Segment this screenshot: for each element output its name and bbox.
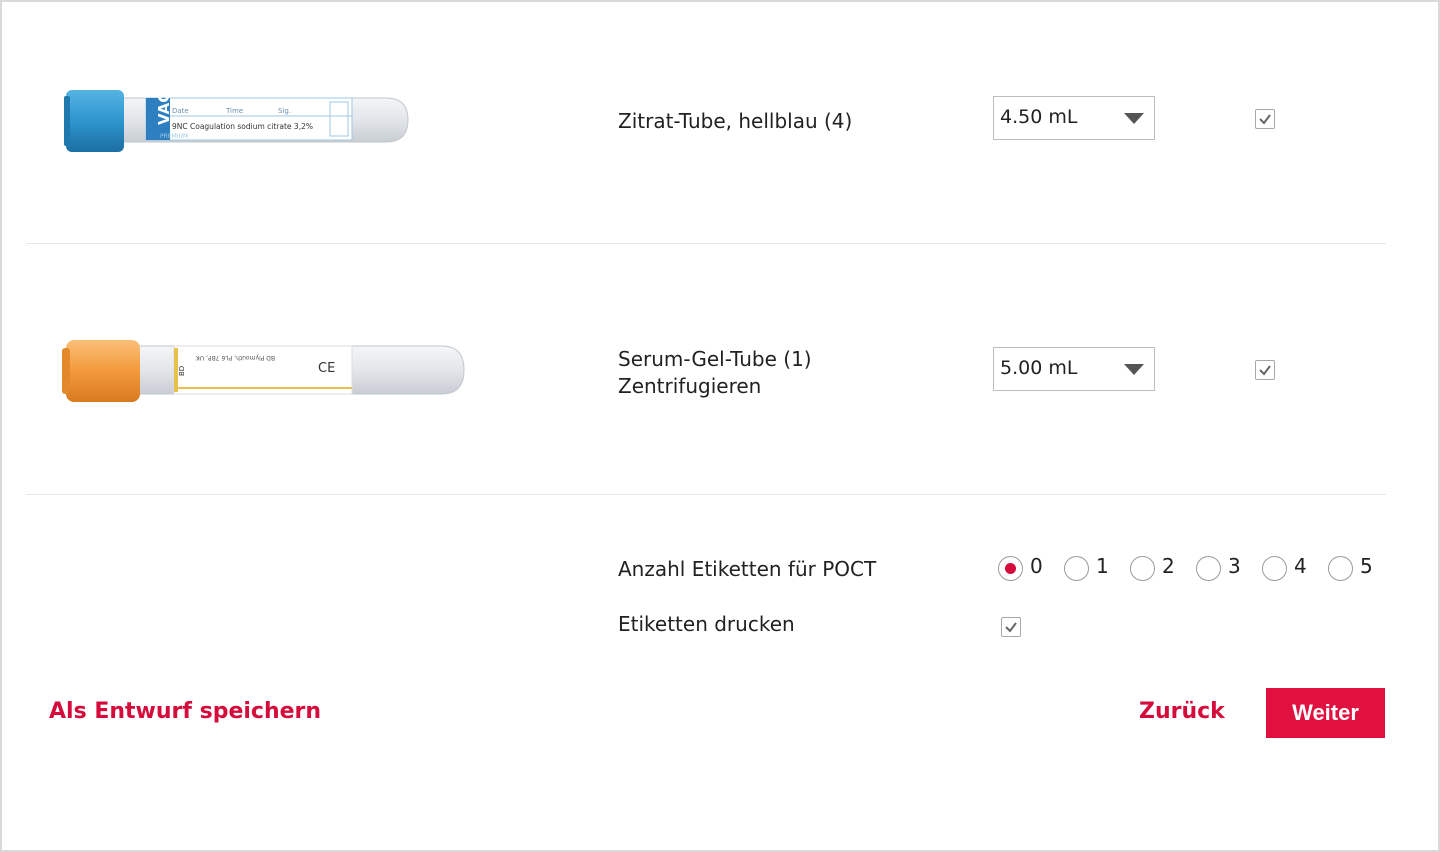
poct-count-label: Anzahl Etiketten für POCT xyxy=(618,557,877,581)
citrate-col-sig: Sig. xyxy=(278,107,291,115)
serum-gel-volume-select[interactable]: 5.00 mL xyxy=(993,347,1155,391)
poct-option-label: 2 xyxy=(1162,554,1175,578)
row-divider xyxy=(26,243,1386,244)
row-divider xyxy=(26,494,1386,495)
print-labels-label: Etiketten drucken xyxy=(618,612,795,636)
citrate-tube-checkbox[interactable] xyxy=(1255,109,1275,129)
serum-gel-tube-checkbox[interactable] xyxy=(1255,360,1275,380)
radio-button[interactable] xyxy=(1328,556,1353,581)
next-button[interactable]: Weiter xyxy=(1266,688,1385,738)
serum-gel-volume-value: 5.00 mL xyxy=(1000,357,1078,379)
form-container: VAC Date Time Sig. 9NC Coagulation sodiu… xyxy=(0,0,1440,852)
chevron-down-icon xyxy=(1124,364,1144,375)
chevron-down-icon xyxy=(1124,113,1144,124)
radio-button[interactable] xyxy=(998,556,1023,581)
citrate-brand-text: VAC xyxy=(155,92,173,125)
poct-option-label: 5 xyxy=(1360,554,1373,578)
back-link[interactable]: Zurück xyxy=(1139,699,1225,724)
poct-option-0[interactable]: 0 xyxy=(998,554,1054,582)
serum-gel-tube-image: BD BD Plymouth, PL6 7BP, UK CE xyxy=(60,336,470,406)
poct-option-label: 4 xyxy=(1294,554,1307,578)
citrate-tube-name: Zitrat-Tube, hellblau (4) xyxy=(618,109,853,133)
check-icon xyxy=(1005,622,1017,633)
serum-gel-tube-subtitle: Zentrifugieren xyxy=(618,374,762,398)
radio-button[interactable] xyxy=(1130,556,1155,581)
check-icon xyxy=(1259,365,1271,376)
radio-button[interactable] xyxy=(1064,556,1089,581)
poct-option-3[interactable]: 3 xyxy=(1196,554,1252,582)
poct-option-2[interactable]: 2 xyxy=(1130,554,1186,582)
radio-button[interactable] xyxy=(1262,556,1287,581)
citrate-tube-image: VAC Date Time Sig. 9NC Coagulation sodiu… xyxy=(60,82,412,158)
poct-option-5[interactable]: 5 xyxy=(1328,554,1378,582)
save-draft-link[interactable]: Als Entwurf speichern xyxy=(49,699,321,724)
citrate-main-text: 9NC Coagulation sodium citrate 3,2% xyxy=(172,122,313,131)
poct-option-4[interactable]: 4 xyxy=(1262,554,1318,582)
radio-button[interactable] xyxy=(1196,556,1221,581)
citrate-premium-text: PREMIUM xyxy=(160,133,188,140)
citrate-volume-value: 4.50 mL xyxy=(1000,106,1078,128)
poct-option-label: 3 xyxy=(1228,554,1241,578)
check-icon xyxy=(1259,114,1271,125)
poct-option-label: 1 xyxy=(1096,554,1109,578)
serum-main-text: BD Plymouth, PL6 7BP, UK xyxy=(195,354,275,361)
poct-option-label: 0 xyxy=(1030,554,1043,578)
poct-option-1[interactable]: 1 xyxy=(1064,554,1120,582)
print-labels-checkbox[interactable] xyxy=(1001,617,1021,637)
serum-gel-tube-name: Serum-Gel-Tube (1) xyxy=(618,347,812,371)
citrate-volume-select[interactable]: 4.50 mL xyxy=(993,96,1155,140)
citrate-col-time: Time xyxy=(225,107,243,115)
citrate-col-date: Date xyxy=(172,107,189,115)
ce-mark-text: CE xyxy=(318,361,335,376)
serum-brand-text: BD xyxy=(178,366,186,376)
